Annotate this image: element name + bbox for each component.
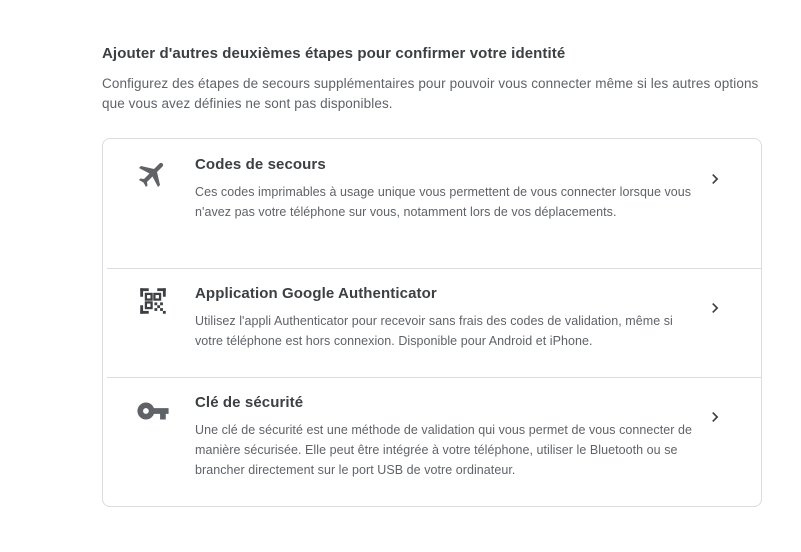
backup-steps-section: Ajouter d'autres deuxièmes étapes pour c… (102, 44, 762, 114)
qr-code-icon (136, 284, 170, 318)
section-title: Ajouter d'autres deuxièmes étapes pour c… (102, 45, 566, 62)
option-description: Ces codes imprimables à usage unique vou… (195, 185, 692, 219)
option-description: Utilisez l'appli Authenticator pour rece… (195, 314, 673, 348)
chevron-right-icon (705, 169, 725, 189)
key-icon (136, 394, 170, 428)
section-description: Configurez des étapes de secours supplém… (102, 76, 759, 111)
option-description: Une clé de sécurité est une méthode de v… (195, 423, 692, 477)
option-security-key[interactable]: Clé de sécurité Une clé de sécurité est … (103, 377, 761, 506)
option-title: Clé de sécurité (195, 394, 304, 411)
chevron-right-icon (705, 407, 725, 427)
airplane-icon (136, 157, 170, 191)
option-title: Application Google Authenticator (195, 285, 437, 302)
option-backup-codes[interactable]: Codes de secours Ces codes imprimables à… (103, 139, 761, 268)
option-title: Codes de secours (195, 156, 326, 173)
option-authenticator-app[interactable]: Application Google Authenticator Utilise… (103, 268, 761, 377)
chevron-right-icon (705, 298, 725, 318)
backup-options-card: Codes de secours Ces codes imprimables à… (102, 138, 762, 507)
